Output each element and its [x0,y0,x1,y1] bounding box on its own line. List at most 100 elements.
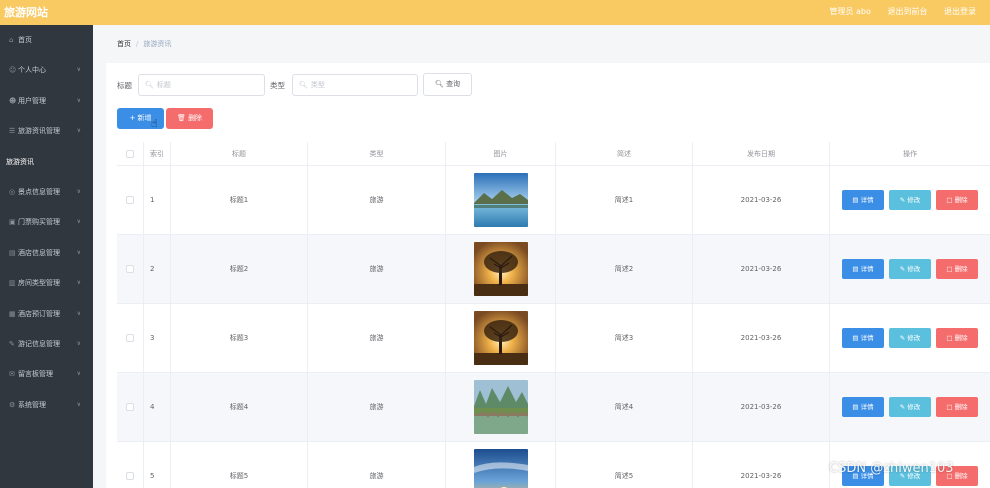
exit-to-frontend-link[interactable]: 退出到前台 [887,7,927,16]
search-icon: 🔍︎ [434,80,444,88]
sidebar-item-label: 系统管理 [18,400,46,409]
row-select-cell [117,235,144,303]
cell-picture [446,304,556,372]
row-checkbox[interactable] [126,196,134,204]
sidebar-item[interactable]: ☰ 旅游资讯管理 ∨ [0,116,93,146]
edit-button[interactable]: ✎ 修改 [889,397,931,417]
chevron-down-icon: ∨ [76,339,81,347]
batch-delete-button[interactable]: 🗑︎ 删除 [166,108,213,129]
table-row: 2 标题2 旅游 简述2 2021-03-26 ▤ 详情 ✎ 修改 □ 删除 [117,235,990,304]
admin-user-link[interactable]: 管理员 abo [829,7,870,16]
edit-icon: ✎ [899,334,906,342]
notes-icon: ✎ [9,339,15,348]
detail-button[interactable]: ▤ 详情 [842,397,884,417]
edit-icon: ✎ [899,196,906,204]
cell-title: 标题5 [171,442,308,488]
header-title: 标题 [171,142,308,165]
delete-button[interactable]: □ 删除 [936,397,978,417]
sidebar-item[interactable]: ✎ 游记信息管理 ∨ [0,329,93,359]
chevron-down-icon: ∨ [76,370,81,378]
sidebar-item[interactable]: ▥ 房间类型管理 ∨ [0,268,93,298]
detail-icon: ▤ [852,265,859,273]
chevron-down-icon: ∨ [76,66,81,74]
cell-description: 简述5 [556,442,693,488]
sidebar-item-label: 用户管理 [18,96,46,105]
header-date: 发布日期 [693,142,830,165]
logout-link[interactable]: 退出登录 [944,7,976,16]
sidebar-item[interactable]: ☺ 个人中心 ∨ [0,55,93,85]
detail-icon: ▤ [852,403,859,411]
edit-button-label: 修改 [907,403,921,411]
cell-operations: ▤ 详情 ✎ 修改 □ 删除 [830,235,990,303]
sidebar-item-label: 首页 [18,36,32,44]
row-select-cell [117,304,144,372]
edit-button[interactable]: ✎ 修改 [889,259,931,279]
sidebar-item[interactable]: ⌂ 首页 [0,25,93,55]
cell-title: 标题1 [171,166,308,234]
chevron-down-icon: ∨ [76,279,81,287]
sidebar-item[interactable]: 旅游资讯 [0,147,93,177]
row-checkbox[interactable] [126,403,134,411]
table-row: 4 标题4 旅游 简述4 2021-03-26 ▤ 详情 ✎ 修改 □ 删除 [117,373,990,442]
breadcrumb-separator: / [136,40,139,48]
cell-index: 3 [144,304,171,372]
table-row: 3 标题3 旅游 简述3 2021-03-26 ▤ 详情 ✎ 修改 □ 删除 [117,304,990,373]
trash-icon: □ [946,334,953,342]
sidebar-item[interactable]: ◎ 景点信息管理 ∨ [0,177,93,207]
edit-icon: ✎ [899,265,906,273]
type-search-input[interactable]: 🔍︎ 类型 [292,74,418,96]
hotel-icon: ▤ [9,248,16,257]
cell-index: 1 [144,166,171,234]
detail-button[interactable]: ▤ 详情 [842,259,884,279]
row-select-cell [117,166,144,234]
sidebar-item-label: 景点信息管理 [18,187,60,196]
trash-icon: 🗑︎ [176,114,186,122]
edit-button[interactable]: ✎ 修改 [889,328,931,348]
header-description: 简述 [556,142,693,165]
add-button-label: 新增 [137,114,152,122]
delete-button-label: 删除 [954,196,968,204]
edit-button[interactable]: ✎ 修改 [889,190,931,210]
delete-button[interactable]: □ 删除 [936,259,978,279]
edit-button-label: 修改 [907,334,921,342]
sidebar-item[interactable]: ▦ 酒店预订管理 ∨ [0,299,93,329]
edit-icon: ✎ [899,403,906,411]
detail-button[interactable]: ▤ 详情 [842,328,884,348]
title-search-input[interactable]: 🔍︎ 标题 [138,74,265,96]
cell-description: 简述2 [556,235,693,303]
users-icon: ☻ [9,96,17,105]
query-button[interactable]: 🔍︎ 查询 [423,73,472,96]
sidebar-item[interactable]: ▣ 门票购买管理 ∨ [0,207,93,237]
cell-picture [446,235,556,303]
sidebar-item[interactable]: ☻ 用户管理 ∨ [0,86,93,116]
cell-picture [446,373,556,441]
table-header-row: 索引 标题 类型 图片 简述 发布日期 操作 [117,142,990,166]
cell-index: 4 [144,373,171,441]
cell-type: 旅游 [308,373,446,441]
plus-icon: + [129,114,136,122]
detail-button[interactable]: ▤ 详情 [842,190,884,210]
top-bar: 旅游网站 管理员 abo 退出到前台 退出登录 [0,0,990,25]
sidebar-item[interactable]: ▤ 酒店信息管理 ∨ [0,238,93,268]
select-all-checkbox[interactable] [126,149,134,158]
delete-button-label: 删除 [954,403,968,411]
row-checkbox[interactable] [126,265,134,273]
sidebar-item[interactable]: ⚙ 系统管理 ∨ [0,390,93,420]
cell-picture [446,442,556,488]
cell-date: 2021-03-26 [693,166,830,234]
cell-picture [446,166,556,234]
delete-button[interactable]: □ 删除 [936,328,978,348]
breadcrumb: 首页 / 旅游资讯 [117,39,171,49]
sidebar: ⌂ 首页 ☺ 个人中心 ∨ ☻ 用户管理 ∨ ☰ 旅游资讯管理 ∨ 旅游资讯 ◎ 景点信息管理 ∨ ▣ 门票购买… [0,25,93,488]
delete-button[interactable]: □ 删除 [936,190,978,210]
breadcrumb-home[interactable]: 首页 [117,40,131,48]
delete-button-label: 删除 [954,265,968,273]
row-checkbox[interactable] [126,472,134,480]
row-checkbox[interactable] [126,334,134,342]
sidebar-item[interactable]: ✉ 留言板管理 ∨ [0,359,93,389]
header-picture: 图片 [446,142,556,165]
select-all-cell [117,142,144,165]
type-search-placeholder: 类型 [310,81,325,89]
news-icon: ☰ [9,127,16,136]
search-icon: 🔍︎ [299,81,308,89]
